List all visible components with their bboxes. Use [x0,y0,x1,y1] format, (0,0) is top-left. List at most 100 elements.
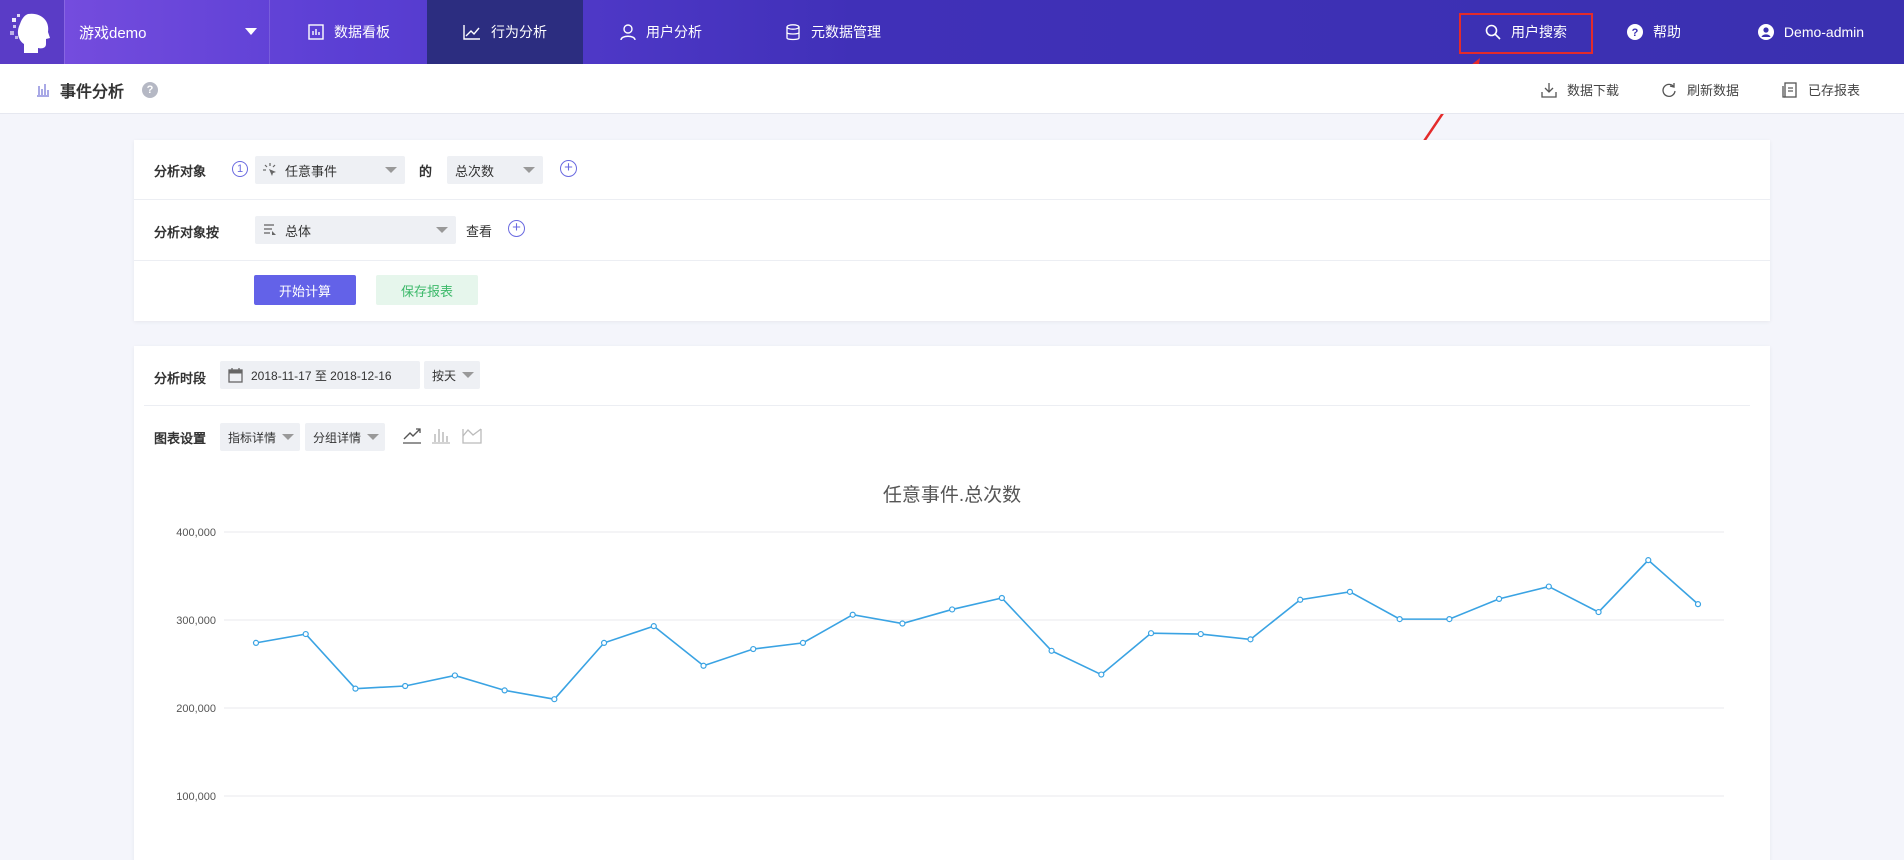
data-point[interactable] [302,630,309,638]
data-point[interactable] [501,687,508,694]
metric-detail-select[interactable]: 指标详情 [220,423,300,451]
date-range-picker[interactable]: 2018-11-17 至 2018-12-16 [220,361,420,389]
page-title: 事件分析 ? [36,78,159,102]
nav-metadata-label: 元数据管理 [811,24,881,40]
event-select[interactable]: 任意事件 [255,156,405,184]
page-subheader: 事件分析 ? 数据下载 刷新数据 已存报表 [0,64,1904,114]
data-point[interactable] [402,682,409,690]
data-point[interactable] [252,639,260,646]
add-metric-icon[interactable]: + [560,160,577,177]
chevron-down-icon [462,372,474,378]
data-point[interactable] [551,696,558,703]
nav-dashboard-label: 数据看板 [334,24,390,40]
data-point[interactable] [750,645,757,653]
analysis-period-row: 分析时段 2018-11-17 至 2018-12-16 按天 [144,346,1750,406]
data-point[interactable] [1297,596,1304,603]
y-tick-label: 100,000 [176,791,216,803]
chevron-down-icon [282,434,294,440]
chevron-down-icon [367,434,379,440]
data-point[interactable] [1197,630,1204,638]
top-navigation-bar: 游戏demo 数据看板 行为分析 用户分析 元数据管理 用户搜索 ? 帮助 De… [0,0,1904,64]
account-menu[interactable]: Demo-admin [1736,0,1886,64]
download-label: 数据下载 [1567,83,1620,98]
project-name: 游戏demo [79,24,147,42]
granularity-value: 按天 [432,368,457,383]
granularity-select[interactable]: 按天 [424,361,480,389]
chart-settings-label: 图表设置 [154,431,207,446]
group-detail-select[interactable]: 分组详情 [305,423,385,451]
chart-panel: 分析时段 2018-11-17 至 2018-12-16 按天 图表设置 指标详… [134,346,1770,860]
trend-icon [463,25,480,40]
group-by-label: 分析对象按 [154,225,220,240]
group-by-select[interactable]: 总体 [255,216,456,244]
event-select-value: 任意事件 [285,163,338,179]
data-point[interactable] [849,611,856,618]
data-point[interactable] [600,639,608,646]
chevron-down-icon [385,167,397,173]
series-line [255,559,1699,701]
data-point[interactable] [1645,557,1652,564]
help-question-icon[interactable]: ? [142,82,159,98]
data-point[interactable] [1694,601,1702,608]
data-point[interactable] [451,672,458,679]
add-group-icon[interactable]: + [508,220,525,237]
analysis-period-label: 分析时段 [154,371,207,386]
data-point[interactable] [650,623,657,630]
data-point[interactable] [1048,647,1055,654]
bar-chart-type-icon[interactable] [431,426,451,444]
nav-user-label: 用户分析 [646,24,702,40]
nav-dashboard[interactable]: 数据看板 [271,0,427,64]
account-name: Demo-admin [1783,24,1865,40]
data-point[interactable] [700,662,707,669]
date-range-value: 2018-11-17 至 2018-12-16 [251,368,392,383]
data-point[interactable] [899,620,906,627]
data-point[interactable] [1446,616,1453,623]
help-circle-icon: ? [1627,24,1643,40]
data-point[interactable] [1545,583,1552,590]
of-connector: 的 [419,164,433,179]
line-chart-type-icon[interactable] [402,426,422,444]
user-icon [620,23,636,40]
account-avatar-icon [1757,24,1774,40]
metric-detail-value: 指标详情 [228,430,277,445]
analysis-target-label: 分析对象 [154,164,207,179]
nav-user-analysis[interactable]: 用户分析 [583,0,739,64]
nav-metadata[interactable]: 元数据管理 [755,0,911,64]
data-point[interactable] [1496,595,1503,602]
logo-head-icon [10,13,50,54]
index-badge: 1 [232,161,248,177]
refresh-data-button[interactable]: 刷新数据 [1661,80,1739,99]
bar-chart-icon [37,84,49,97]
chevron-down-icon [523,167,535,173]
database-icon [786,23,800,40]
chevron-down-icon [245,28,257,35]
download-icon [1541,82,1557,98]
saved-reports-button[interactable]: 已存报表 [1782,80,1860,99]
data-point[interactable] [1247,636,1254,643]
help-button[interactable]: ? 帮助 [1614,0,1694,64]
nav-behavior-label: 行为分析 [491,24,547,40]
data-point[interactable] [799,639,807,646]
download-data-button[interactable]: 数据下载 [1541,80,1619,99]
data-point[interactable] [1595,608,1602,616]
data-point[interactable] [1346,588,1354,595]
data-point[interactable] [1098,671,1105,678]
data-point[interactable] [998,594,1005,602]
metric-select[interactable]: 总次数 [447,156,543,184]
project-selector[interactable]: 游戏demo [64,0,270,64]
list-filter-icon [264,224,276,235]
group-by-row: 分析对象按 总体 查看 + [134,200,1770,261]
app-logo[interactable] [0,0,64,64]
data-point[interactable] [1396,616,1403,623]
y-tick-label: 200,000 [176,703,216,715]
start-calculation-button[interactable]: 开始计算 [254,275,356,305]
cursor-click-icon [263,163,276,176]
nav-behavior-analysis[interactable]: 行为分析 [427,0,583,64]
analysis-target-row: 分析对象 1 任意事件 的 总次数 + [134,140,1770,200]
data-point[interactable] [352,685,359,692]
refresh-icon [1662,82,1676,97]
area-chart-type-icon[interactable] [462,426,482,444]
save-report-button[interactable]: 保存报表 [376,275,478,305]
data-point[interactable] [949,606,956,613]
data-point[interactable] [1147,630,1155,637]
